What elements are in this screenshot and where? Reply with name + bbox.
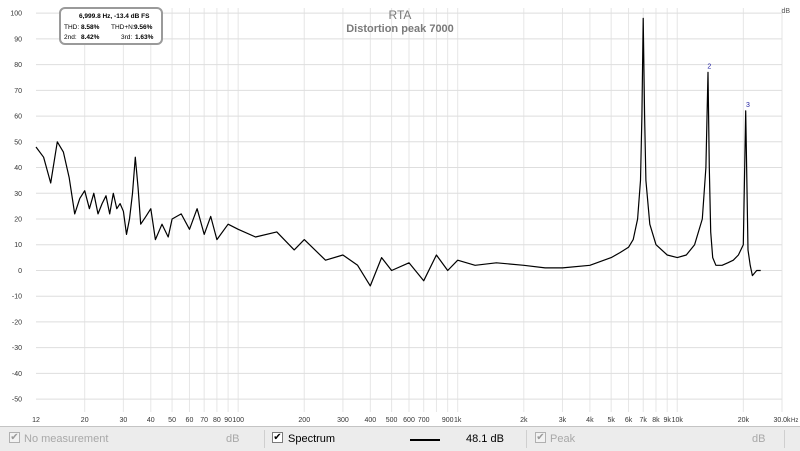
info-thd-label: THD: (64, 24, 80, 31)
info-thdn-value: 9.56% (134, 24, 153, 31)
x-tick-label: 600 (403, 417, 415, 424)
x-tick-label: 3k (559, 417, 567, 424)
peak-checkbox[interactable]: ✔ (535, 432, 546, 443)
x-tick-label: 20 (81, 417, 89, 424)
legend-bar: ✔ No measurement dB ✔ Spectrum 48.1 dB ✔… (0, 426, 800, 451)
x-axis-unit: Hz (791, 418, 798, 424)
x-tick-label: 60 (186, 417, 194, 424)
no-measurement-checkbox[interactable]: ✔ (9, 432, 20, 443)
info-thdn-label: THD+N: (111, 24, 135, 31)
x-tick-label: 70 (200, 417, 208, 424)
x-tick-label: 5k (607, 417, 615, 424)
x-tick-label: 7k (640, 417, 648, 424)
no-measurement-label: No measurement (24, 433, 109, 445)
rta-chart: 1009080706050403020100-10-20-30-40-50 12… (0, 0, 800, 426)
y-tick-label: 30 (14, 191, 22, 198)
x-tick-label: 8k (652, 417, 660, 424)
y-tick-label: -50 (12, 397, 22, 404)
x-tick-label: 200 (298, 417, 310, 424)
y-tick-label: 50 (14, 139, 22, 146)
x-tick-label: 40 (147, 417, 155, 424)
y-axis-unit: dB (781, 8, 790, 15)
legend-separator (264, 430, 265, 448)
spectrum-line-swatch (410, 439, 440, 441)
no-measurement-db-unit: dB (226, 433, 240, 445)
x-tick-label: 1k (454, 417, 462, 424)
x-tick-label: 4k (586, 417, 594, 424)
legend-separator (784, 430, 785, 448)
y-tick-label: 100 (10, 11, 22, 18)
y-tick-label: 40 (14, 165, 22, 172)
spectrum-label: Spectrum (288, 433, 336, 445)
x-tick-label: 30.0k (773, 417, 791, 424)
peak-db-unit: dB (752, 433, 766, 445)
info-3rd-value: 1.63% (135, 34, 154, 41)
legend-separator (526, 430, 527, 448)
x-tick-label: 80 (213, 417, 221, 424)
harmonic-label: 2 (707, 63, 711, 70)
x-tick-label: 30 (119, 417, 127, 424)
info-2nd-value: 8.42% (81, 34, 100, 41)
info-3rd-label: 3rd: (121, 34, 133, 41)
x-tick-label: 100 (232, 417, 244, 424)
x-tick-label: 90 (224, 417, 232, 424)
chart-title: RTA (389, 8, 412, 22)
spectrum-checkbox[interactable]: ✔ (272, 432, 283, 443)
x-tick-label: 700 (418, 417, 430, 424)
x-tick-label: 500 (386, 417, 398, 424)
y-tick-label: 0 (18, 268, 22, 275)
x-tick-label: 900 (442, 417, 454, 424)
info-thd-value: 8.58% (81, 24, 100, 31)
y-tick-label: 60 (14, 114, 22, 121)
y-tick-label: 20 (14, 217, 22, 224)
y-tick-label: 90 (14, 36, 22, 43)
x-tick-label: 400 (364, 417, 376, 424)
y-tick-label: 10 (14, 242, 22, 249)
x-tick-label: 2k (520, 417, 528, 424)
x-tick-label: 6k (625, 417, 633, 424)
y-tick-label: -40 (12, 371, 22, 378)
x-tick-label: 20k (738, 417, 750, 424)
y-tick-label: 70 (14, 88, 22, 95)
x-tick-label: 12 (32, 417, 40, 424)
x-tick-label: 10k (672, 417, 684, 424)
x-tick-label: 9k (664, 417, 672, 424)
x-tick-label: 50 (168, 417, 176, 424)
distortion-info-box: 6,999.8 Hz, -13.4 dB FS THD: 8.58% THD+N… (59, 7, 163, 45)
spectrum-value: 48.1 dB (466, 433, 504, 445)
chart-subtitle: Distortion peak 7000 (346, 23, 454, 35)
x-tick-label: 300 (337, 417, 349, 424)
y-tick-label: 80 (14, 62, 22, 69)
info-2nd-label: 2nd: (64, 34, 77, 41)
info-frequency: 6,999.8 Hz, -13.4 dB FS (79, 13, 150, 20)
y-tick-label: -20 (12, 319, 22, 326)
harmonic-label: 3 (746, 102, 750, 109)
peak-label: Peak (550, 433, 576, 445)
y-tick-label: -30 (12, 345, 22, 352)
y-tick-label: -10 (12, 294, 22, 301)
